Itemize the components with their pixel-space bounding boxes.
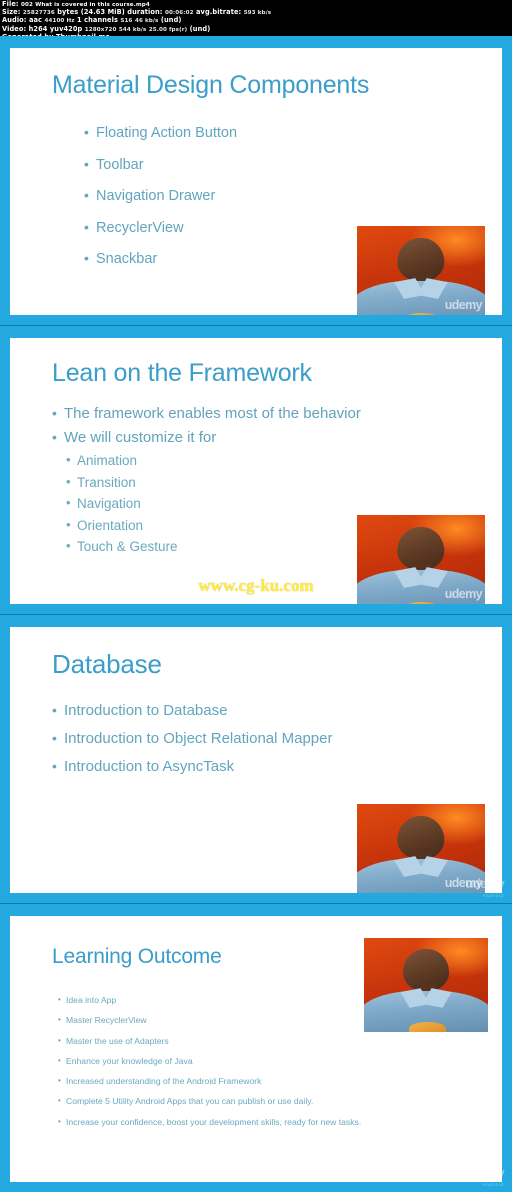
slide-3-canvas: Database Introduction to Database Introd… <box>10 627 502 893</box>
slide-thumbnail-4[interactable]: Learning Outcome Idea into App Master Re… <box>0 903 512 1192</box>
list-item: Enhance your knowledge of Java <box>58 1051 482 1072</box>
slide-3-title: Database <box>52 649 162 679</box>
audio-rate: 44100 Hz <box>44 18 75 25</box>
video-pixel-format: yuv420p <box>49 24 83 33</box>
slide-1-title: Material Design Components <box>52 71 370 99</box>
video-language: (und) <box>189 24 211 33</box>
presenter-hand <box>408 1021 446 1032</box>
slide-thumbnail-3[interactable]: Database Introduction to Database Introd… <box>0 614 512 903</box>
presenter-webcam-overlay-3: udemy Android <box>357 804 485 893</box>
list-item: The framework enables most of the behavi… <box>52 401 482 426</box>
presenter-webcam-overlay-2: udemy Android <box>357 515 485 604</box>
list-item: Animation <box>66 449 482 472</box>
list-item: Toolbar <box>84 149 482 182</box>
duration-label: duration: <box>127 8 163 17</box>
udemy-logo-text: udemy <box>444 298 483 312</box>
list-item: Navigation Drawer <box>84 180 482 213</box>
udemy-logo-watermark: udemy Android <box>444 587 483 604</box>
file-value: 002 What is covered in this course.mp4 <box>21 2 150 8</box>
video-label: Video: <box>2 24 27 33</box>
slide-2-bullet-list: The framework enables most of the behavi… <box>52 401 482 450</box>
list-item: Floating Action Button <box>84 117 482 150</box>
slide-thumbnail-1[interactable]: Material Design Components Floating Acti… <box>0 36 512 325</box>
slide-4-canvas: Learning Outcome Idea into App Master Re… <box>10 916 502 1182</box>
list-item: Master the use of Adapters <box>58 1031 482 1052</box>
video-resolution: 1280x720 <box>84 26 117 33</box>
audio-codec: aac <box>28 16 43 25</box>
site-watermark: www.cg-ku.com <box>198 576 314 595</box>
slide-thumbnail-2[interactable]: Lean on the Framework The framework enab… <box>0 325 512 614</box>
slide-thumbnail-grid: Material Design Components Floating Acti… <box>0 36 512 1192</box>
size-mib: (24.63 MiB) <box>80 8 125 17</box>
list-item: Navigation <box>66 492 482 515</box>
list-item: Introduction to Database <box>52 696 482 725</box>
list-item: Introduction to AsyncTask <box>52 752 482 781</box>
file-label: File: <box>2 0 19 8</box>
audio-language: (und) <box>160 16 182 25</box>
audio-bitrate: 46 kb/s <box>134 18 159 25</box>
list-item: Increased understanding of the Android F… <box>58 1071 482 1092</box>
duration-value: 00:06:02 <box>164 10 194 17</box>
video-framerate: 25.00 fps(r) <box>148 26 188 33</box>
bitrate-label: avg.bitrate: <box>196 8 242 17</box>
list-item: We will customize it for <box>52 425 482 450</box>
list-item: Increase your confidence, boost your dev… <box>58 1112 482 1133</box>
slide-3-bullet-list: Introduction to Database Introduction to… <box>52 696 482 781</box>
list-item: Transition <box>66 471 482 494</box>
udemy-logo-watermark: udemy Android <box>444 876 483 893</box>
udemy-logo-watermark: udemy Android <box>444 298 483 315</box>
slide-2-title: Lean on the Framework <box>52 359 312 387</box>
video-codec: h264 <box>28 24 48 33</box>
video-bitrate: 544 kb/s <box>118 26 147 33</box>
bitrate-value: 593 kb/s <box>243 10 272 17</box>
list-item: Complete 5 Utility Android Apps that you… <box>58 1091 482 1112</box>
slide-1-canvas: Material Design Components Floating Acti… <box>10 48 502 315</box>
size-label: Size: <box>2 8 21 17</box>
list-item: Introduction to Object Relational Mapper <box>52 724 482 753</box>
presenter-webcam-overlay-1: udemy Android <box>357 226 485 315</box>
audio-extra: S16 <box>120 18 133 25</box>
presenter-webcam-overlay-4 <box>364 938 488 1032</box>
media-info-header: File: 002 What is covered in this course… <box>0 0 512 40</box>
udemy-logo-text: udemy <box>444 587 483 601</box>
size-bytes-unit: bytes <box>57 8 79 17</box>
slide-2-canvas: Lean on the Framework The framework enab… <box>10 338 502 604</box>
udemy-logo-text: udemy <box>444 876 483 890</box>
audio-label: Audio: <box>2 16 27 25</box>
size-bytes: 25827736 <box>22 10 55 17</box>
audio-channels: 1 channels <box>77 16 119 25</box>
